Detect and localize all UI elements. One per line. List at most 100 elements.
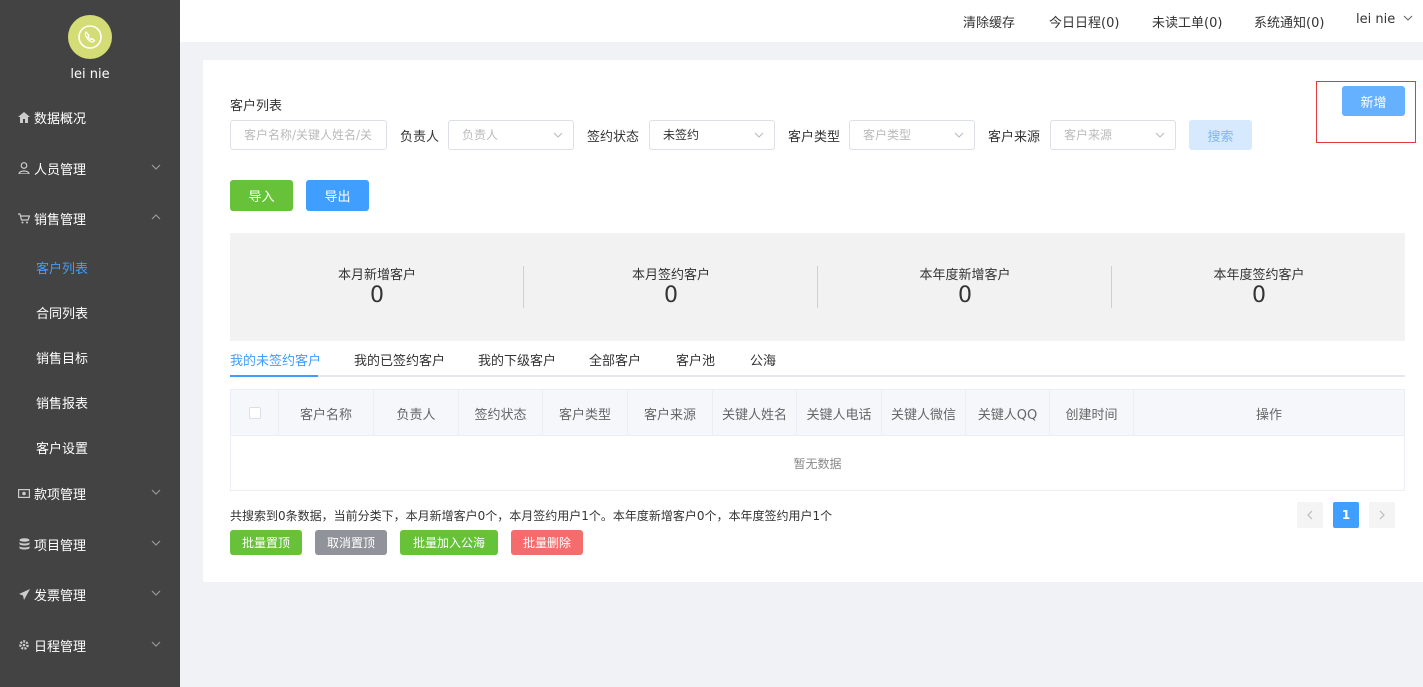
search-summary: 共搜索到0条数据，当前分类下，本月新增客户0个，本月签约用户1个。本年度新增客户… bbox=[230, 509, 833, 523]
sidebar-item-label: 项目管理 bbox=[34, 538, 87, 554]
stat-value: 0 bbox=[1252, 283, 1266, 308]
sidebar-item-staff[interactable]: 人员管理 bbox=[0, 148, 180, 188]
column-header[interactable]: 客户类型 bbox=[543, 390, 628, 436]
chevron-down-icon bbox=[151, 489, 161, 495]
stat-card: 本月新增客户 0 bbox=[230, 233, 524, 341]
chevron-left-icon bbox=[1307, 510, 1313, 520]
chevron-down-icon bbox=[754, 132, 764, 138]
sidebar-subitem-customer-list[interactable]: 客户列表 bbox=[0, 247, 180, 287]
sidebar-subitem-customer-settings[interactable]: 客户设置 bbox=[0, 427, 180, 467]
sidebar-item-label: 销售管理 bbox=[34, 212, 87, 228]
today-schedule-link[interactable]: 今日日程(0) bbox=[1049, 12, 1119, 31]
export-button[interactable]: 导出 bbox=[306, 180, 369, 211]
sidebar-item-sales[interactable]: 销售管理 bbox=[0, 198, 180, 238]
column-header[interactable]: 负责人 bbox=[374, 390, 459, 436]
customer-type-placeholder: 客户类型 bbox=[863, 128, 912, 142]
search-input[interactable]: 客户名称/关键人姓名/关 bbox=[230, 120, 387, 150]
sidebar-item-label: 日程管理 bbox=[34, 639, 87, 655]
sidebar-item-invoices[interactable]: 发票管理 bbox=[0, 574, 180, 614]
avatar[interactable] bbox=[68, 15, 112, 59]
tab-my-unsigned[interactable]: 我的未签约客户 bbox=[230, 350, 321, 369]
top-bar: 清除缓存 今日日程(0) 未读工单(0) 系统通知(0) lei nie bbox=[180, 0, 1423, 42]
next-page-button[interactable] bbox=[1369, 502, 1395, 528]
chevron-down-icon bbox=[954, 132, 964, 138]
select-all-checkbox[interactable] bbox=[248, 407, 261, 419]
main-panel: 客户列表 客户名称/关键人姓名/关 负责人 负责人 签约状态 未签约 客户类型 … bbox=[203, 60, 1423, 582]
column-header[interactable]: 客户名称 bbox=[279, 390, 374, 436]
tab-my-signed[interactable]: 我的已签约客户 bbox=[354, 350, 445, 369]
sidebar-item-schedule[interactable]: 日程管理 bbox=[0, 625, 180, 665]
unpin-button[interactable]: 取消置顶 bbox=[315, 530, 387, 555]
column-header[interactable]: 签约状态 bbox=[459, 390, 543, 436]
customer-source-label: 客户来源 bbox=[988, 130, 1041, 145]
customer-source-placeholder: 客户来源 bbox=[1064, 128, 1113, 142]
stat-card: 本年度签约客户 0 bbox=[1112, 233, 1406, 341]
stat-value: 0 bbox=[370, 283, 384, 308]
column-header[interactable]: 关键人电话 bbox=[797, 390, 882, 436]
sign-status-select[interactable]: 未签约 bbox=[649, 120, 775, 150]
stat-label: 本年度签约客户 bbox=[1213, 268, 1305, 283]
clear-cache-link[interactable]: 清除缓存 bbox=[963, 12, 1015, 31]
bulk-delete-button[interactable]: 批量删除 bbox=[511, 530, 583, 555]
tab-my-subordinates[interactable]: 我的下级客户 bbox=[478, 350, 556, 369]
stat-value: 0 bbox=[958, 283, 972, 308]
user-menu-label: lei nie bbox=[1356, 12, 1396, 27]
sidebar-item-projects[interactable]: 项目管理 bbox=[0, 524, 180, 564]
unread-tickets-link[interactable]: 未读工单(0) bbox=[1152, 12, 1222, 31]
stat-value: 0 bbox=[664, 283, 678, 308]
cart-icon bbox=[18, 212, 30, 224]
customer-tabs: 我的未签约客户 我的已签约客户 我的下级客户 全部客户 客户池 公海 bbox=[230, 346, 1405, 377]
column-header: 操作 bbox=[1255, 407, 1282, 423]
sidebar-item-label: 数据概况 bbox=[34, 111, 87, 127]
customer-source-select[interactable]: 客户来源 bbox=[1050, 120, 1176, 150]
column-header[interactable]: 创建时间 bbox=[1050, 390, 1134, 436]
user-icon bbox=[18, 162, 30, 174]
import-button[interactable]: 导入 bbox=[230, 180, 293, 211]
sidebar-item-label: 款项管理 bbox=[34, 487, 87, 503]
bulk-pin-button[interactable]: 批量置顶 bbox=[230, 530, 302, 555]
sidebar-item-payments[interactable]: 款项管理 bbox=[0, 473, 180, 513]
sidebar-item-label: 人员管理 bbox=[34, 162, 87, 178]
tab-public-sea[interactable]: 公海 bbox=[750, 350, 776, 369]
tab-customer-pool[interactable]: 客户池 bbox=[676, 350, 715, 369]
gear-icon bbox=[18, 639, 30, 651]
chevron-down-icon bbox=[151, 590, 161, 596]
bulk-to-public-button[interactable]: 批量加入公海 bbox=[400, 530, 498, 555]
stat-card: 本年度新增客户 0 bbox=[818, 233, 1112, 341]
tab-active-indicator bbox=[230, 375, 318, 377]
user-menu[interactable]: lei nie bbox=[1356, 12, 1413, 27]
customer-table: 客户名称 负责人 签约状态 客户类型 客户来源 关键人姓名 关键人电话 关键人微… bbox=[230, 389, 1405, 491]
sidebar-item-label: 发票管理 bbox=[34, 588, 87, 604]
sign-status-value: 未签约 bbox=[663, 128, 700, 142]
tab-all-customers[interactable]: 全部客户 bbox=[589, 350, 641, 369]
chevron-down-icon bbox=[151, 641, 161, 647]
prev-page-button[interactable] bbox=[1297, 502, 1323, 528]
chevron-down-icon bbox=[151, 540, 161, 546]
page-number-button[interactable]: 1 bbox=[1333, 502, 1359, 528]
stat-label: 本月新增客户 bbox=[337, 268, 416, 283]
search-button[interactable]: 搜索 bbox=[1189, 120, 1252, 150]
column-header[interactable]: 关键人姓名 bbox=[713, 390, 797, 436]
stats-summary: 本月新增客户 0 本月签约客户 0 本年度新增客户 0 本年度签约客户 0 bbox=[230, 233, 1405, 341]
column-header[interactable]: 客户来源 bbox=[628, 390, 713, 436]
sidebar-subitem-sales-report[interactable]: 销售报表 bbox=[0, 382, 180, 422]
database-icon bbox=[18, 538, 30, 550]
customer-type-select[interactable]: 客户类型 bbox=[849, 120, 975, 150]
highlight-box bbox=[1316, 81, 1416, 143]
customer-type-label: 客户类型 bbox=[788, 130, 841, 145]
table-header: 客户名称 负责人 签约状态 客户类型 客户来源 关键人姓名 关键人电话 关键人微… bbox=[231, 390, 1404, 436]
sidebar-subitem-contract-list[interactable]: 合同列表 bbox=[0, 292, 180, 332]
column-header[interactable]: 关键人微信 bbox=[882, 390, 966, 436]
chevron-up-icon bbox=[151, 214, 161, 220]
home-icon bbox=[18, 111, 30, 123]
chevron-right-icon bbox=[1379, 510, 1385, 520]
chevron-down-icon bbox=[1155, 132, 1165, 138]
owner-select-placeholder: 负责人 bbox=[462, 128, 499, 142]
notifications-link[interactable]: 系统通知(0) bbox=[1254, 12, 1324, 31]
sidebar-subitem-sales-target[interactable]: 销售目标 bbox=[0, 337, 180, 377]
sidebar: lei nie 数据概况 人员管理 销售管理 客户列表 合同列表 销售目标 销售… bbox=[0, 0, 180, 687]
chevron-down-icon bbox=[151, 164, 161, 170]
column-header[interactable]: 关键人QQ bbox=[966, 390, 1050, 436]
owner-select[interactable]: 负责人 bbox=[448, 120, 574, 150]
sidebar-item-overview[interactable]: 数据概况 bbox=[0, 97, 180, 137]
